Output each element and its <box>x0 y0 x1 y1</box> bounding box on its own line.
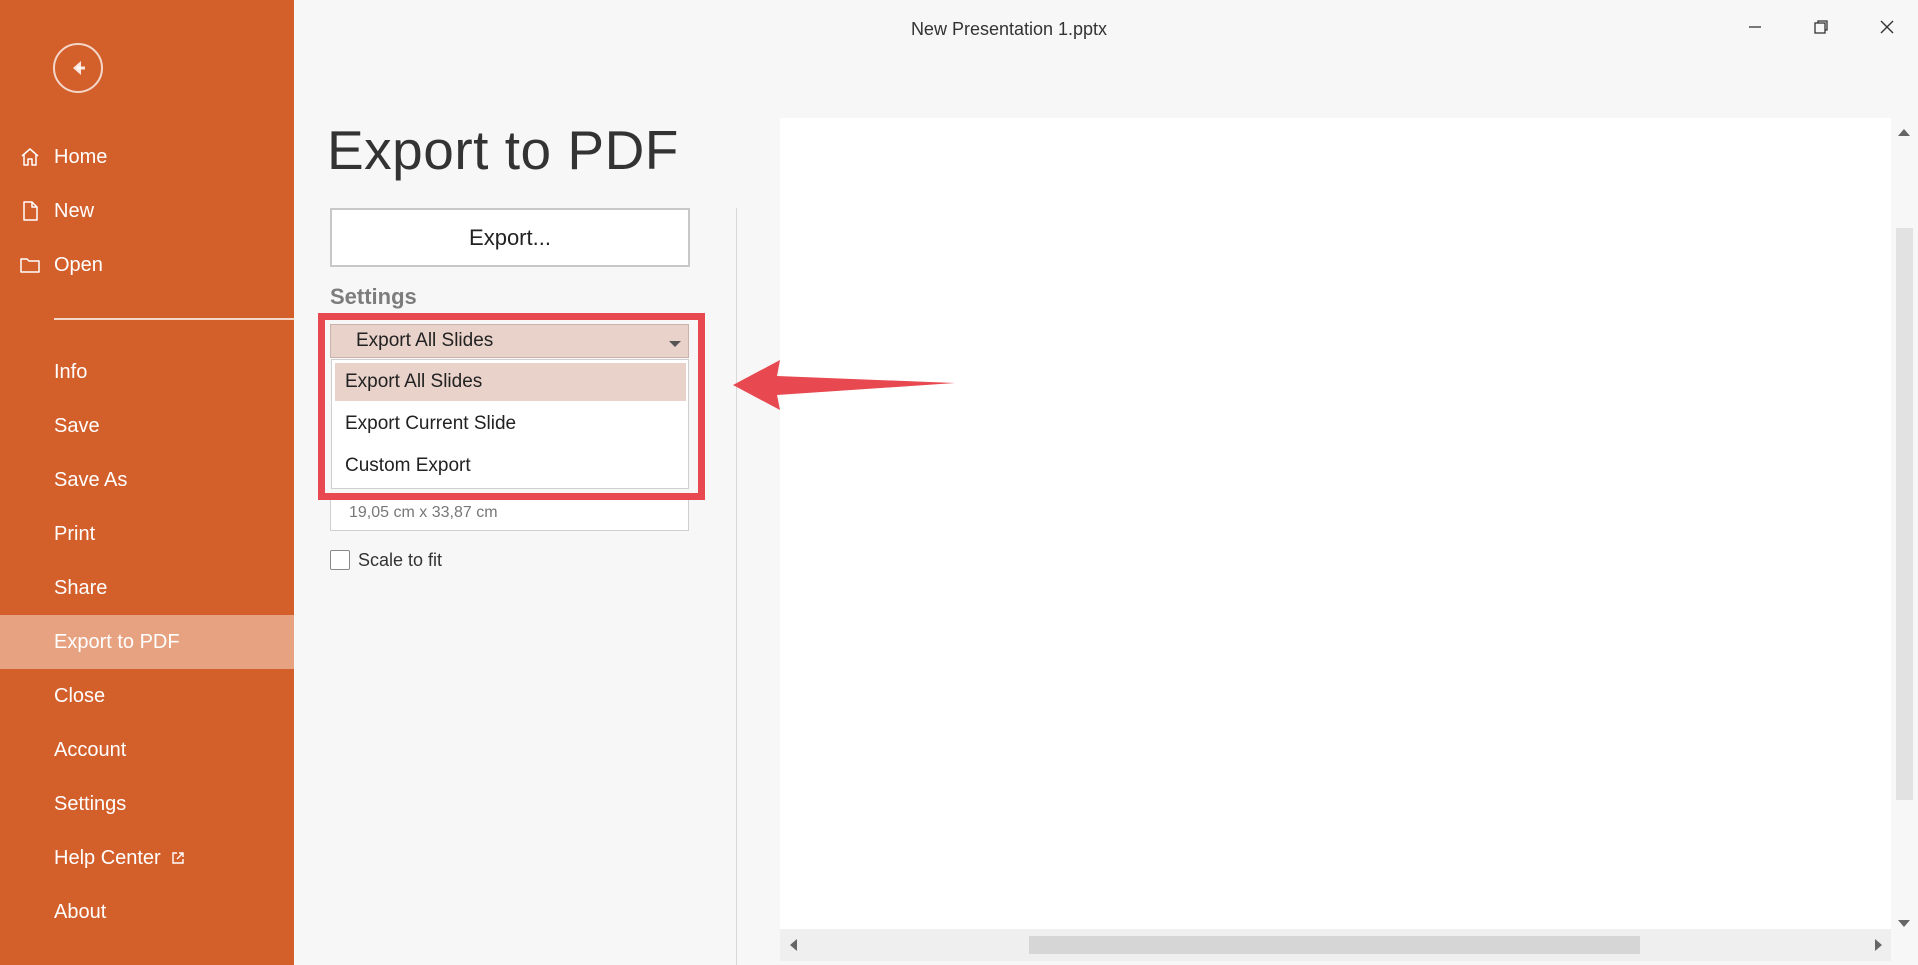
folder-icon <box>19 254 41 276</box>
document-title: New Presentation 1.pptx <box>910 19 1108 39</box>
sidebar-item-label: Settings <box>54 792 127 815</box>
vertical-scrollbar-thumb[interactable] <box>1896 228 1913 800</box>
sidebar-item-export-to-pdf[interactable]: Export to PDF <box>0 615 294 669</box>
backstage-sidebar: Home New Open Info Save Save As Print Sh… <box>0 0 294 965</box>
sidebar-item-label: New <box>54 199 95 222</box>
sidebar-item-save[interactable]: Save <box>0 399 294 453</box>
sidebar-item-label: Export to PDF <box>54 630 180 653</box>
scroll-up-icon[interactable] <box>1897 124 1911 142</box>
sidebar-item-label: Help Center <box>54 846 161 869</box>
sidebar-item-new[interactable]: New <box>0 184 294 238</box>
home-icon <box>19 146 41 168</box>
sidebar-item-help-center[interactable]: Help Center <box>0 831 294 885</box>
sidebar-item-label: Share <box>54 576 108 599</box>
scroll-down-icon[interactable] <box>1897 916 1911 934</box>
sidebar-item-label: Info <box>54 360 88 383</box>
restore-button[interactable] <box>1806 14 1836 40</box>
dropdown-selected-value: Export All Slides <box>356 330 494 351</box>
sidebar-item-label: Save As <box>54 468 128 491</box>
sidebar-item-info[interactable]: Info <box>0 345 294 399</box>
sidebar-item-home[interactable]: Home <box>0 130 294 184</box>
scale-to-fit-checkbox[interactable] <box>330 550 350 570</box>
sidebar-item-about[interactable]: About <box>0 885 294 939</box>
export-range-options: Export All Slides Export Current Slide C… <box>331 359 689 489</box>
scroll-left-icon[interactable] <box>788 938 798 957</box>
back-button[interactable] <box>53 43 103 93</box>
sidebar-item-label: Home <box>54 145 108 168</box>
minimize-button[interactable] <box>1740 14 1770 40</box>
minimize-icon <box>1749 26 1761 28</box>
option-export-current-slide[interactable]: Export Current Slide <box>335 405 686 443</box>
export-range-dropdown[interactable]: Export All Slides <box>330 324 689 358</box>
option-custom-export[interactable]: Custom Export <box>335 447 686 485</box>
settings-heading: Settings <box>330 284 417 309</box>
sidebar-item-label: Save <box>54 414 100 437</box>
close-window-button[interactable] <box>1872 14 1902 40</box>
sidebar-item-settings[interactable]: Settings <box>0 777 294 831</box>
sidebar-item-close[interactable]: Close <box>0 669 294 723</box>
export-button[interactable]: Export... <box>330 208 690 267</box>
sidebar-item-account[interactable]: Account <box>0 723 294 777</box>
sidebar-item-open[interactable]: Open <box>0 238 294 292</box>
option-export-all-slides[interactable]: Export All Slides <box>335 363 686 401</box>
sidebar-item-label: Open <box>54 253 103 276</box>
sidebar-item-save-as[interactable]: Save As <box>0 453 294 507</box>
horizontal-scrollbar-thumb[interactable] <box>1029 936 1640 954</box>
sidebar-item-label: Account <box>54 738 127 761</box>
back-arrow-icon <box>73 61 85 75</box>
new-file-icon <box>19 200 41 222</box>
slide-size-field[interactable]: 19,05 cm x 33,87 cm <box>330 494 689 531</box>
dropdown-arrow-icon <box>668 336 682 354</box>
scale-to-fit-option[interactable]: Scale to fit <box>330 549 442 571</box>
slide-preview <box>780 118 1891 929</box>
sidebar-divider <box>54 318 294 320</box>
panel-divider <box>736 208 737 965</box>
sidebar-item-label: Close <box>54 684 106 707</box>
restore-icon <box>1814 20 1828 34</box>
sidebar-item-label: Print <box>54 522 96 545</box>
sidebar-item-print[interactable]: Print <box>0 507 294 561</box>
sidebar-item-share[interactable]: Share <box>0 561 294 615</box>
close-icon <box>1880 20 1894 34</box>
external-link-icon <box>171 851 185 865</box>
page-title: Export to PDF <box>327 119 679 181</box>
scroll-right-icon[interactable] <box>1874 938 1884 957</box>
scale-to-fit-label: Scale to fit <box>358 549 443 570</box>
sidebar-item-label: About <box>54 900 107 923</box>
